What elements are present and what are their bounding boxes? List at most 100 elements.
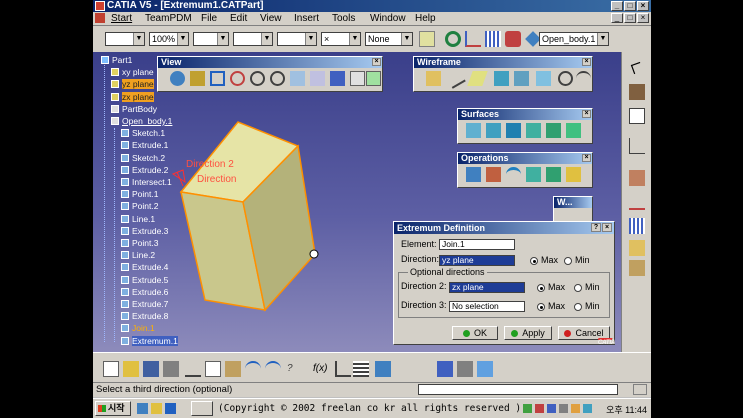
- layer-combo[interactable]: None ▼: [365, 32, 413, 46]
- doc-restore-button[interactable]: □: [624, 13, 636, 23]
- 3d-viewport[interactable]: Part1 xy plane yz plane zx plane PartBody Ope…: [93, 52, 621, 352]
- snap-icon[interactable]: [505, 31, 521, 47]
- point-icon[interactable]: [426, 71, 441, 86]
- ok-button[interactable]: OK: [452, 326, 498, 340]
- pan-icon[interactable]: [210, 71, 225, 86]
- dialog-help-button[interactable]: ?: [591, 223, 601, 232]
- line-thickness-combo[interactable]: ▼: [193, 32, 229, 46]
- tray-icon[interactable]: [523, 404, 532, 413]
- update-icon[interactable]: [445, 31, 461, 47]
- apply-button[interactable]: Apply: [504, 326, 552, 340]
- menu-view[interactable]: View: [260, 13, 282, 24]
- direction2-field[interactable]: zx plane: [449, 282, 525, 293]
- volume-icon[interactable]: [583, 404, 592, 413]
- print-icon[interactable]: [163, 361, 179, 377]
- maximize-button[interactable]: □: [624, 1, 636, 11]
- direction-field[interactable]: yz plane: [439, 255, 515, 266]
- copy-icon[interactable]: [205, 361, 221, 377]
- intersection-icon[interactable]: [514, 71, 529, 86]
- plane-icon[interactable]: [467, 71, 488, 86]
- translate-icon[interactable]: [546, 167, 561, 182]
- open-icon[interactable]: [123, 361, 139, 377]
- repetition-icon[interactable]: [629, 218, 645, 234]
- quicklaunch-folder-icon[interactable]: [151, 403, 162, 414]
- element-field[interactable]: Join.1: [439, 239, 515, 250]
- operations-toolbar-close[interactable]: ×: [582, 154, 591, 162]
- catalog-icon[interactable]: [375, 361, 391, 377]
- paste-icon[interactable]: [225, 361, 241, 377]
- revolve-surface-icon[interactable]: [486, 123, 501, 138]
- rotate-icon[interactable]: [230, 71, 245, 86]
- zoom-out-icon[interactable]: [270, 71, 285, 86]
- line-type-combo[interactable]: ▼: [233, 32, 273, 46]
- cut-icon[interactable]: [185, 361, 201, 377]
- fly-mode-icon[interactable]: [170, 71, 185, 86]
- offset-surface-icon[interactable]: [526, 123, 541, 138]
- direction2-max-radio[interactable]: [537, 284, 545, 292]
- analysis-icon[interactable]: [629, 260, 645, 276]
- chart-icon[interactable]: [629, 138, 645, 154]
- split-icon[interactable]: [486, 167, 501, 182]
- what-is-this-icon[interactable]: ?: [287, 361, 303, 377]
- command-input[interactable]: [418, 384, 618, 395]
- surfaces-toolbar-close[interactable]: ×: [582, 110, 591, 118]
- direction3-field[interactable]: No selection: [449, 301, 525, 312]
- extremum-point-marker[interactable]: [309, 249, 319, 259]
- formula-icon[interactable]: f(x): [313, 361, 329, 377]
- measure-icon[interactable]: [629, 240, 645, 256]
- fillet-icon[interactable]: [526, 167, 541, 182]
- menu-help[interactable]: Help: [415, 13, 436, 24]
- tray-icon[interactable]: [559, 404, 568, 413]
- sweep-icon[interactable]: [546, 123, 561, 138]
- document-icon[interactable]: [95, 13, 105, 23]
- axis-system-icon[interactable]: [629, 194, 645, 210]
- menu-tools[interactable]: Tools: [332, 13, 355, 24]
- minimize-button[interactable]: _: [611, 1, 623, 11]
- doc-minimize-button[interactable]: _: [611, 13, 623, 23]
- painter-icon[interactable]: [419, 31, 435, 47]
- view-mode-icon[interactable]: [330, 71, 345, 86]
- undo-icon[interactable]: [245, 361, 261, 377]
- tray-icon[interactable]: [547, 404, 556, 413]
- swap-visible-icon[interactable]: [366, 71, 381, 86]
- sketcher-icon[interactable]: [629, 84, 645, 100]
- fill-icon[interactable]: [566, 123, 581, 138]
- redo-icon[interactable]: [265, 361, 281, 377]
- join-icon[interactable]: [466, 167, 481, 182]
- direction-max-radio[interactable]: [530, 257, 538, 265]
- close-button[interactable]: ×: [637, 1, 649, 11]
- fit-all-icon[interactable]: [190, 71, 205, 86]
- table-icon[interactable]: [353, 361, 369, 377]
- apply-material-icon[interactable]: [437, 361, 453, 377]
- point-type-combo[interactable]: ▼: [277, 32, 317, 46]
- wireframe-toolbar-close[interactable]: ×: [582, 58, 591, 66]
- zoom-in-icon[interactable]: [250, 71, 265, 86]
- quicklaunch-ie-icon[interactable]: [137, 403, 148, 414]
- boundary-icon[interactable]: [506, 167, 521, 182]
- direction3-max-radio[interactable]: [537, 303, 545, 311]
- extrude-surface-icon[interactable]: [466, 123, 481, 138]
- line-icon[interactable]: [445, 68, 466, 89]
- menu-window[interactable]: Window: [370, 13, 406, 24]
- measure-between-icon[interactable]: [335, 361, 351, 377]
- tray-icon[interactable]: [571, 404, 580, 413]
- sphere-icon[interactable]: [506, 123, 521, 138]
- line-style-combo[interactable]: × ▼: [321, 32, 361, 46]
- grid-icon[interactable]: [485, 31, 501, 47]
- dialog-close-button[interactable]: ×: [602, 223, 612, 232]
- menu-start[interactable]: Start: [111, 13, 132, 24]
- show-hide-icon[interactable]: [477, 361, 493, 377]
- direction-min-radio[interactable]: [564, 257, 572, 265]
- direction3-min-radio[interactable]: [574, 303, 582, 311]
- body-selector-combo[interactable]: Open_body.1 ▼: [539, 32, 609, 46]
- menu-edit[interactable]: Edit: [230, 13, 247, 24]
- projection-icon[interactable]: [494, 71, 509, 86]
- fill-color-combo[interactable]: ▼: [105, 32, 145, 46]
- render-icon[interactable]: [457, 361, 473, 377]
- save-icon[interactable]: [143, 361, 159, 377]
- circle-icon[interactable]: [558, 71, 573, 86]
- menu-file[interactable]: File: [201, 13, 217, 24]
- sketch-plane-icon[interactable]: [629, 108, 645, 124]
- extremum-icon[interactable]: [566, 167, 581, 182]
- taskbar-catia-button[interactable]: [191, 401, 213, 416]
